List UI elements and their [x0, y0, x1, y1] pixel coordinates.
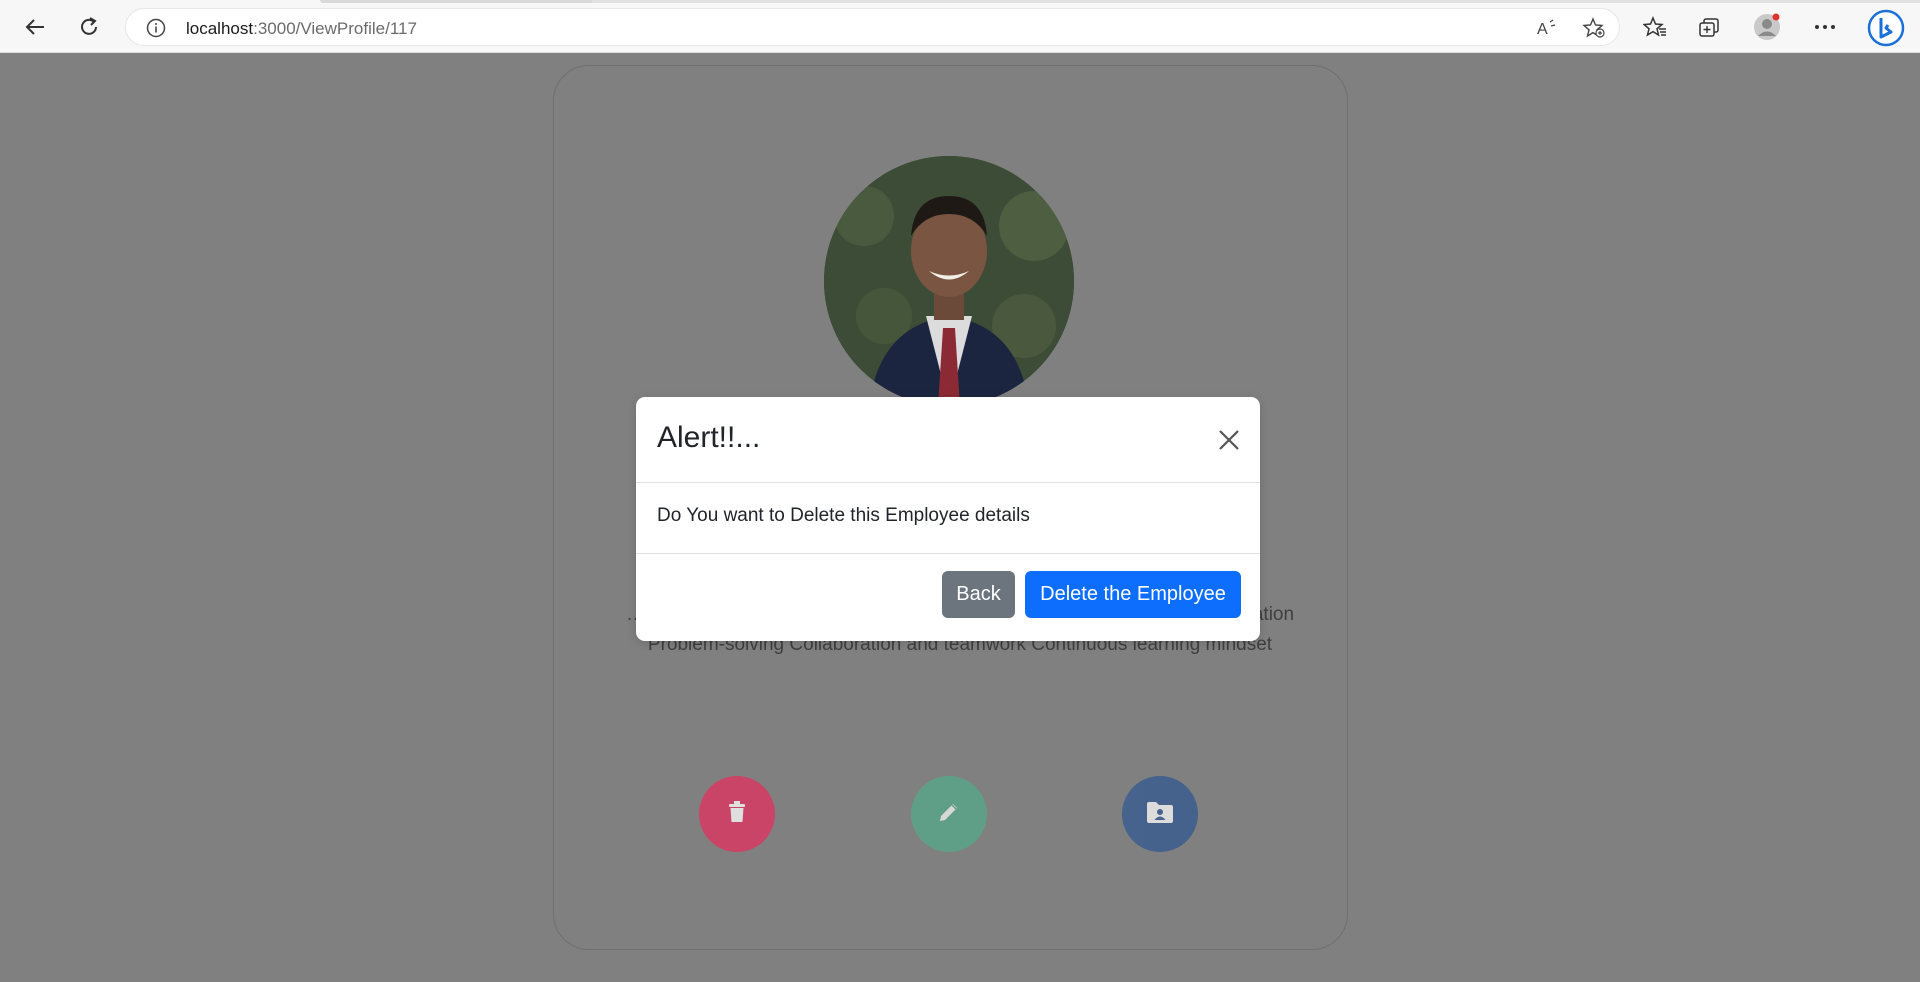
favorites-icon[interactable] [1640, 12, 1670, 42]
address-bar[interactable]: localhost:3000/ViewProfile/117 A [125, 8, 1620, 46]
trash-icon [727, 800, 747, 829]
tab-strip [592, 0, 1920, 3]
folder-user-icon [1146, 800, 1174, 829]
delete-employee-button[interactable] [699, 776, 775, 852]
modal-body: Do You want to Delete this Employee deta… [636, 483, 1260, 554]
alert-modal: Alert!!... Do You want to Delete this Em… [636, 397, 1260, 641]
pencil-icon [937, 800, 961, 829]
more-icon[interactable] [1810, 12, 1840, 42]
modal-message: Do You want to Delete this Employee deta… [657, 505, 1030, 526]
modal-footer: Back Delete the Employee [636, 554, 1260, 640]
svg-text:A: A [1537, 21, 1548, 38]
back-arrow-icon[interactable] [18, 10, 52, 44]
read-aloud-icon[interactable]: A [1536, 17, 1560, 44]
bing-icon[interactable] [1866, 8, 1906, 48]
url-host: localhost [186, 19, 254, 38]
collections-icon[interactable] [1695, 12, 1725, 42]
modal-title: Alert!!... [657, 421, 761, 454]
browser-toolbar: localhost:3000/ViewProfile/117 A [0, 0, 1920, 53]
url-text[interactable]: localhost:3000/ViewProfile/117 [186, 19, 417, 39]
profile-icon[interactable] [1752, 12, 1782, 42]
employee-avatar [824, 156, 1074, 406]
active-tab-indicator [320, 0, 595, 3]
refresh-icon[interactable] [72, 10, 106, 44]
back-button[interactable]: Back [942, 571, 1015, 618]
add-favorite-icon[interactable] [1582, 17, 1606, 44]
edit-employee-button[interactable] [911, 776, 987, 852]
info-icon[interactable] [146, 18, 166, 43]
modal-header: Alert!!... [636, 397, 1260, 483]
view-profile-folder-button[interactable] [1122, 776, 1198, 852]
close-icon[interactable] [1214, 425, 1244, 455]
delete-employee-confirm-button[interactable]: Delete the Employee [1025, 571, 1241, 618]
url-path: :3000/ViewProfile/117 [253, 19, 417, 38]
